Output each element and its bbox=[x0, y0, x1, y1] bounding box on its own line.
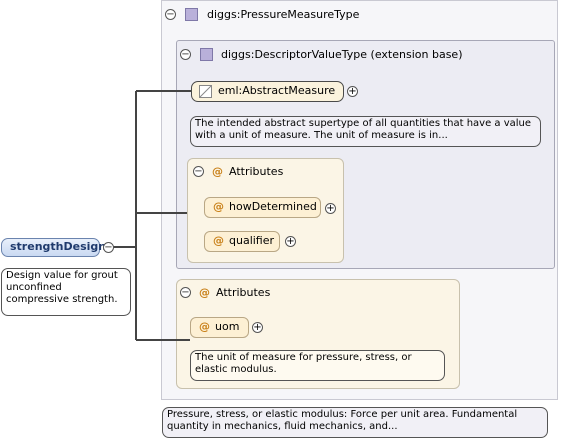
pressure-attributes-title: Attributes bbox=[216, 286, 271, 299]
expand-how-determined-icon[interactable]: + bbox=[325, 203, 336, 214]
abstract-measure-annotation: The intended abstract supertype of all q… bbox=[190, 116, 541, 147]
qualifier-label: qualifier bbox=[229, 234, 275, 247]
strength-design-annotation: Design value for grout unconfined compre… bbox=[1, 268, 131, 316]
collapse-strength-design-icon[interactable]: − bbox=[103, 242, 114, 253]
expand-uom-icon[interactable]: + bbox=[252, 322, 263, 333]
how-determined-attribute[interactable]: @ howDetermined bbox=[204, 197, 321, 218]
collapse-pressure-attributes-icon[interactable]: − bbox=[180, 287, 191, 298]
collapse-descriptor-type-icon[interactable]: − bbox=[180, 49, 191, 60]
complex-type-icon bbox=[200, 48, 213, 61]
attribute-icon: @ bbox=[213, 200, 224, 213]
attribute-icon: @ bbox=[199, 320, 210, 333]
qualifier-attribute[interactable]: @ qualifier bbox=[204, 231, 280, 252]
expand-qualifier-icon[interactable]: + bbox=[285, 236, 296, 247]
pressure-type-annotation: Pressure, stress, or elastic modulus: Fo… bbox=[162, 407, 548, 438]
strength-design-element[interactable]: strengthDesign bbox=[1, 238, 106, 257]
abstract-element-icon bbox=[199, 85, 212, 98]
abstract-measure-element[interactable]: eml:AbstractMeasure bbox=[191, 81, 344, 102]
descriptor-type-title: diggs:DescriptorValueType (extension bas… bbox=[221, 48, 463, 61]
abstract-measure-label: eml:AbstractMeasure bbox=[218, 84, 336, 97]
collapse-pressure-type-icon[interactable]: − bbox=[165, 9, 176, 20]
collapse-descriptor-attributes-icon[interactable]: − bbox=[193, 166, 204, 177]
how-determined-label: howDetermined bbox=[229, 200, 317, 213]
attribute-icon: @ bbox=[213, 234, 224, 247]
complex-type-icon bbox=[185, 8, 198, 21]
descriptor-attributes-title: Attributes bbox=[229, 165, 284, 178]
attribute-group-icon: @ bbox=[199, 286, 210, 299]
expand-abstract-measure-icon[interactable]: + bbox=[347, 86, 358, 97]
uom-annotation: The unit of measure for pressure, stress… bbox=[190, 350, 445, 381]
uom-label: uom bbox=[215, 320, 240, 333]
pressure-type-title: diggs:PressureMeasureType bbox=[207, 8, 360, 21]
uom-attribute[interactable]: @ uom bbox=[190, 317, 249, 338]
attribute-group-icon: @ bbox=[212, 165, 223, 178]
